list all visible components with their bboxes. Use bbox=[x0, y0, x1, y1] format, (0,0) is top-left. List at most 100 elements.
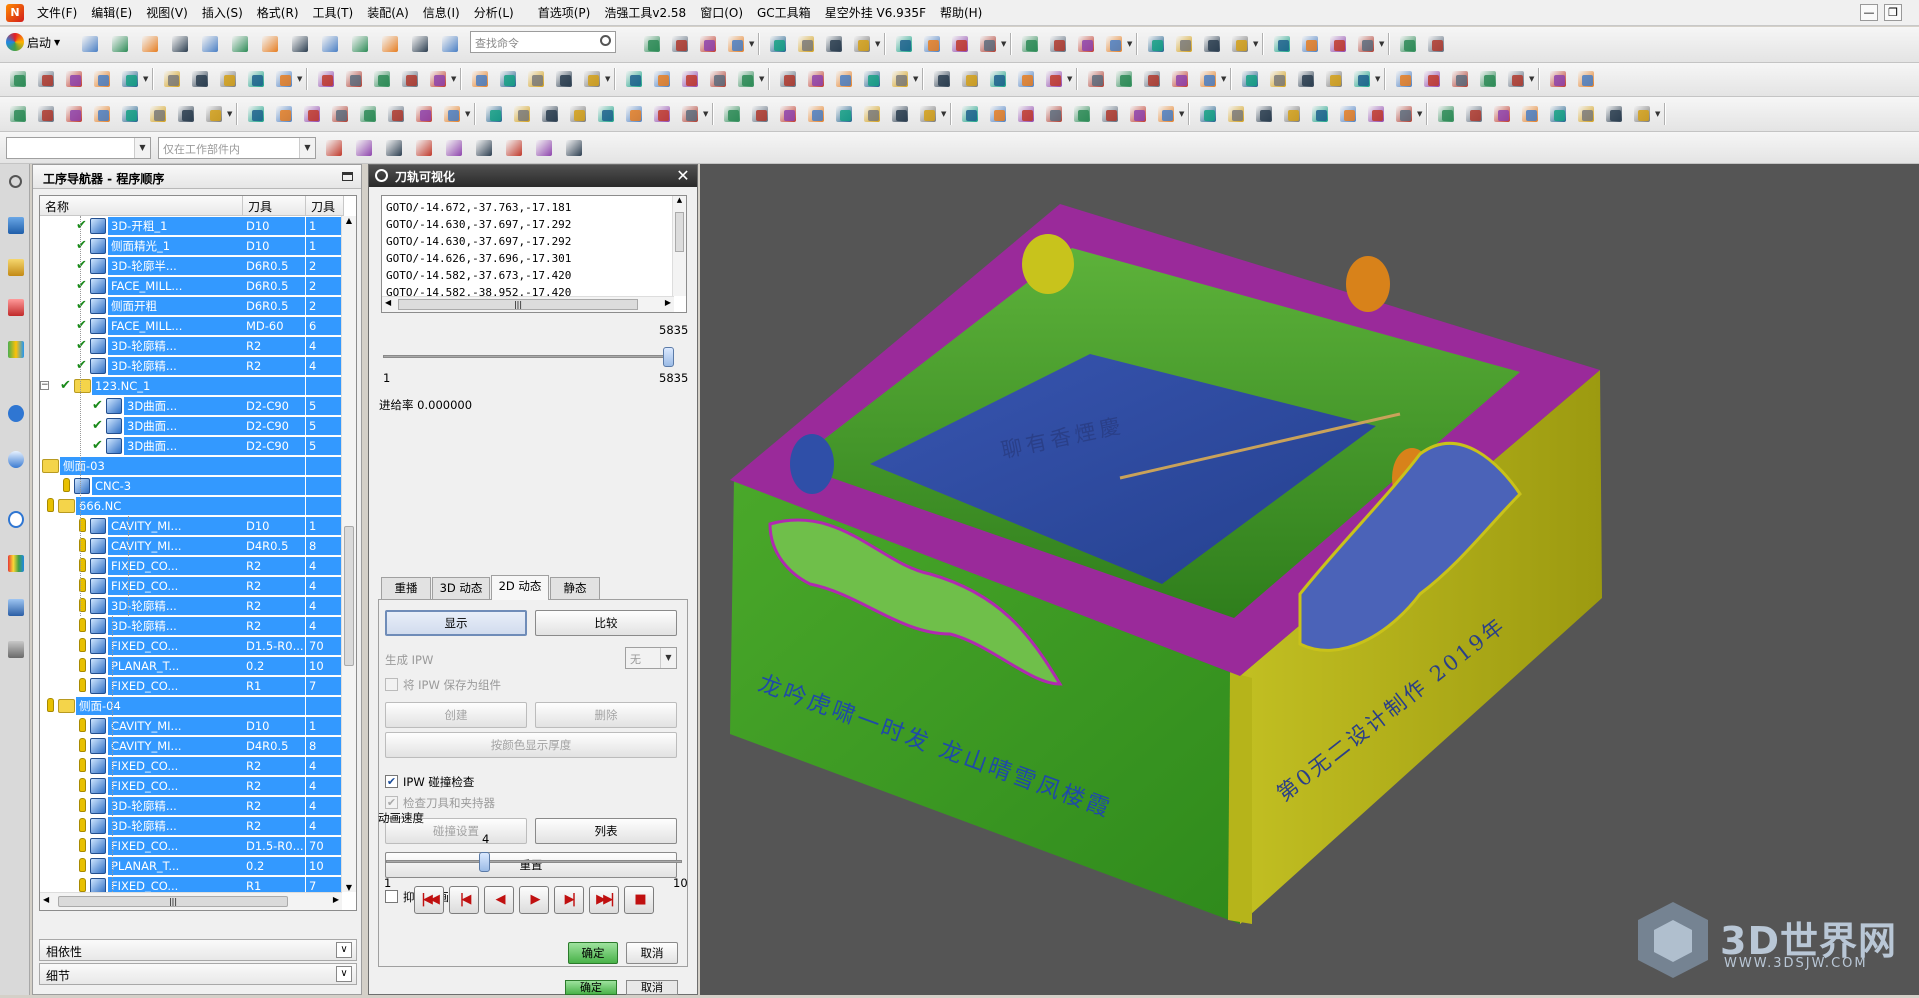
history-icon[interactable] bbox=[3, 506, 28, 534]
toolbar-tool-icon[interactable] bbox=[888, 102, 912, 126]
toolbar-tool-icon[interactable] bbox=[168, 32, 192, 56]
gear-icon[interactable] bbox=[375, 169, 388, 182]
toolbar-tool-icon[interactable] bbox=[1364, 102, 1388, 126]
step-back-button[interactable]: |◀ bbox=[449, 886, 479, 914]
toolbar-tool-icon[interactable] bbox=[1200, 32, 1224, 56]
toolbar-tool-icon[interactable] bbox=[118, 67, 142, 91]
play-reverse-button[interactable]: ◀ bbox=[484, 886, 514, 914]
menu-item-12[interactable]: GC工具箱 bbox=[750, 0, 818, 26]
toolbar-tool-icon[interactable] bbox=[202, 102, 226, 126]
save-ipw-checkbox[interactable] bbox=[385, 678, 398, 691]
scroll-right-icon[interactable]: ▶ bbox=[333, 895, 339, 904]
chevron-down-icon[interactable]: ▼ bbox=[465, 102, 472, 126]
toolbar-tool-icon[interactable] bbox=[1574, 67, 1598, 91]
toolbar-tool-icon[interactable] bbox=[146, 102, 170, 126]
toolbar-tool-icon[interactable] bbox=[650, 67, 674, 91]
toolbar-tool-icon[interactable] bbox=[188, 67, 212, 91]
chevron-down-icon[interactable]: ▼ bbox=[913, 67, 920, 91]
snap-point-icon[interactable] bbox=[502, 136, 526, 160]
snap-point-icon[interactable] bbox=[322, 136, 346, 160]
minimize-icon[interactable]: — bbox=[1860, 4, 1878, 21]
toolbar-tool-icon[interactable] bbox=[1140, 67, 1164, 91]
toolbar-tool-icon[interactable] bbox=[696, 32, 720, 56]
toolbar-tool-icon[interactable] bbox=[678, 67, 702, 91]
toolbar-tool-icon[interactable] bbox=[916, 102, 940, 126]
snap-point-icon[interactable] bbox=[352, 136, 376, 160]
operation-row[interactable]: ✔ 3D-轮廓精... R2 4 bbox=[40, 356, 342, 376]
toolbar-tool-icon[interactable] bbox=[552, 67, 576, 91]
chevron-down-icon[interactable]: ∨ bbox=[336, 942, 352, 958]
toolbar-tool-icon[interactable] bbox=[1084, 67, 1108, 91]
web-browser-icon[interactable] bbox=[3, 446, 28, 474]
operation-row[interactable]: 3D-轮廓精... R2 4 bbox=[40, 616, 342, 636]
toolbar-tool-icon[interactable] bbox=[34, 102, 58, 126]
roles-icon[interactable] bbox=[3, 594, 28, 622]
operation-row[interactable]: 3D-轮廓精... R2 4 bbox=[40, 796, 342, 816]
operation-row[interactable]: PLANAR_T... 0.2 10 bbox=[40, 856, 342, 876]
position-slider-thumb[interactable] bbox=[663, 347, 674, 367]
toolbar-tool-icon[interactable] bbox=[1252, 102, 1276, 126]
cl-line[interactable]: GOTO/-14.630,-37.697,-17.292 bbox=[386, 216, 571, 233]
operation-row[interactable]: CAVITY_MI... D10 1 bbox=[40, 716, 342, 736]
toolbar-tool-icon[interactable] bbox=[1098, 102, 1122, 126]
toolbar-tool-icon[interactable] bbox=[174, 102, 198, 126]
program-group-row[interactable]: −侧面-04 bbox=[40, 696, 342, 716]
toolbar-tool-icon[interactable] bbox=[244, 102, 268, 126]
toolbar-tool-icon[interactable] bbox=[34, 67, 58, 91]
toolbar-tool-icon[interactable] bbox=[1336, 102, 1360, 126]
toolbar-tool-icon[interactable] bbox=[538, 102, 562, 126]
scroll-up-icon[interactable]: ▲ bbox=[342, 216, 356, 225]
ipw-collision-checkbox[interactable]: ✔ bbox=[385, 775, 398, 788]
toolbar-tool-icon[interactable] bbox=[724, 32, 748, 56]
toolbar-tool-icon[interactable] bbox=[1354, 32, 1378, 56]
chevron-down-icon[interactable]: ▼ bbox=[1417, 102, 1424, 126]
play-button[interactable]: ▶ bbox=[519, 886, 549, 914]
toolbar-tool-icon[interactable] bbox=[6, 102, 30, 126]
scrollbar-thumb[interactable]: ||| bbox=[398, 299, 638, 310]
toolbar-tool-icon[interactable] bbox=[1172, 32, 1196, 56]
part-navigator-icon[interactable] bbox=[3, 294, 28, 322]
chevron-down-icon[interactable]: ▼ bbox=[1179, 102, 1186, 126]
toolbar-tool-icon[interactable] bbox=[1280, 102, 1304, 126]
operation-row[interactable]: ✔ 3D曲面... D2-C90 5 bbox=[40, 436, 342, 456]
chevron-down-icon[interactable]: ▼ bbox=[1655, 102, 1662, 126]
toolbar-tool-icon[interactable] bbox=[440, 102, 464, 126]
toolbar-tool-icon[interactable] bbox=[378, 32, 402, 56]
rewind-to-start-button[interactable]: |◀◀ bbox=[414, 886, 444, 914]
operation-row[interactable]: CAVITY_MI... D10 1 bbox=[40, 516, 342, 536]
toolbar-tool-icon[interactable] bbox=[1448, 67, 1472, 91]
operation-row[interactable]: CNC-3 bbox=[40, 476, 342, 496]
toolbar-tool-icon[interactable] bbox=[986, 102, 1010, 126]
menu-item-11[interactable]: 窗口(O) bbox=[693, 0, 750, 26]
operation-row[interactable]: ✔ 3D-轮廓精... R2 4 bbox=[40, 336, 342, 356]
operation-row[interactable]: FIXED_CO... D1.5-R0... 70 bbox=[40, 636, 342, 656]
menu-item-14[interactable]: 帮助(H) bbox=[933, 0, 989, 26]
operation-row[interactable]: CAVITY_MI... D4R0.5 8 bbox=[40, 736, 342, 756]
nx-app-icon[interactable]: N bbox=[6, 3, 24, 22]
scroll-down-icon[interactable]: ▼ bbox=[342, 883, 356, 892]
toolbar-tool-icon[interactable] bbox=[720, 102, 744, 126]
toolbar-tool-icon[interactable] bbox=[384, 102, 408, 126]
snap-point-icon[interactable] bbox=[382, 136, 406, 160]
toolbar-tool-icon[interactable] bbox=[1424, 32, 1448, 56]
menu-item-8[interactable]: 分析(L) bbox=[467, 0, 521, 26]
toolbar-tool-icon[interactable] bbox=[958, 67, 982, 91]
toolbar-tool-icon[interactable] bbox=[370, 67, 394, 91]
tab-replay[interactable]: 重播 bbox=[381, 577, 431, 599]
cl-horizontal-scrollbar[interactable]: ◀ ||| ▶ bbox=[382, 296, 674, 312]
toolbar-tool-icon[interactable] bbox=[1396, 32, 1420, 56]
cl-line[interactable]: GOTO/-14.630,-37.697,-17.292 bbox=[386, 233, 571, 250]
toolbar-tool-icon[interactable] bbox=[832, 67, 856, 91]
toolbar-tool-icon[interactable] bbox=[1462, 102, 1486, 126]
toolbar-tool-icon[interactable] bbox=[62, 102, 86, 126]
cl-line[interactable]: GOTO/-14.672,-37.763,-17.181 bbox=[386, 199, 571, 216]
toolbar-tool-icon[interactable] bbox=[438, 32, 462, 56]
operation-row[interactable]: PLANAR_T... 0.2 10 bbox=[40, 656, 342, 676]
toolbar-tool-icon[interactable] bbox=[650, 102, 674, 126]
suppress-animation-checkbox[interactable] bbox=[385, 890, 398, 903]
cl-vertical-scrollbar[interactable]: ▲ bbox=[672, 196, 686, 296]
snap-point-icon[interactable] bbox=[442, 136, 466, 160]
program-group-row[interactable]: − ✔ 123.NC_1 bbox=[40, 376, 342, 396]
resource-settings-icon[interactable] bbox=[3, 168, 28, 196]
tree-vertical-scrollbar[interactable]: ▲ ▼ bbox=[341, 216, 356, 892]
